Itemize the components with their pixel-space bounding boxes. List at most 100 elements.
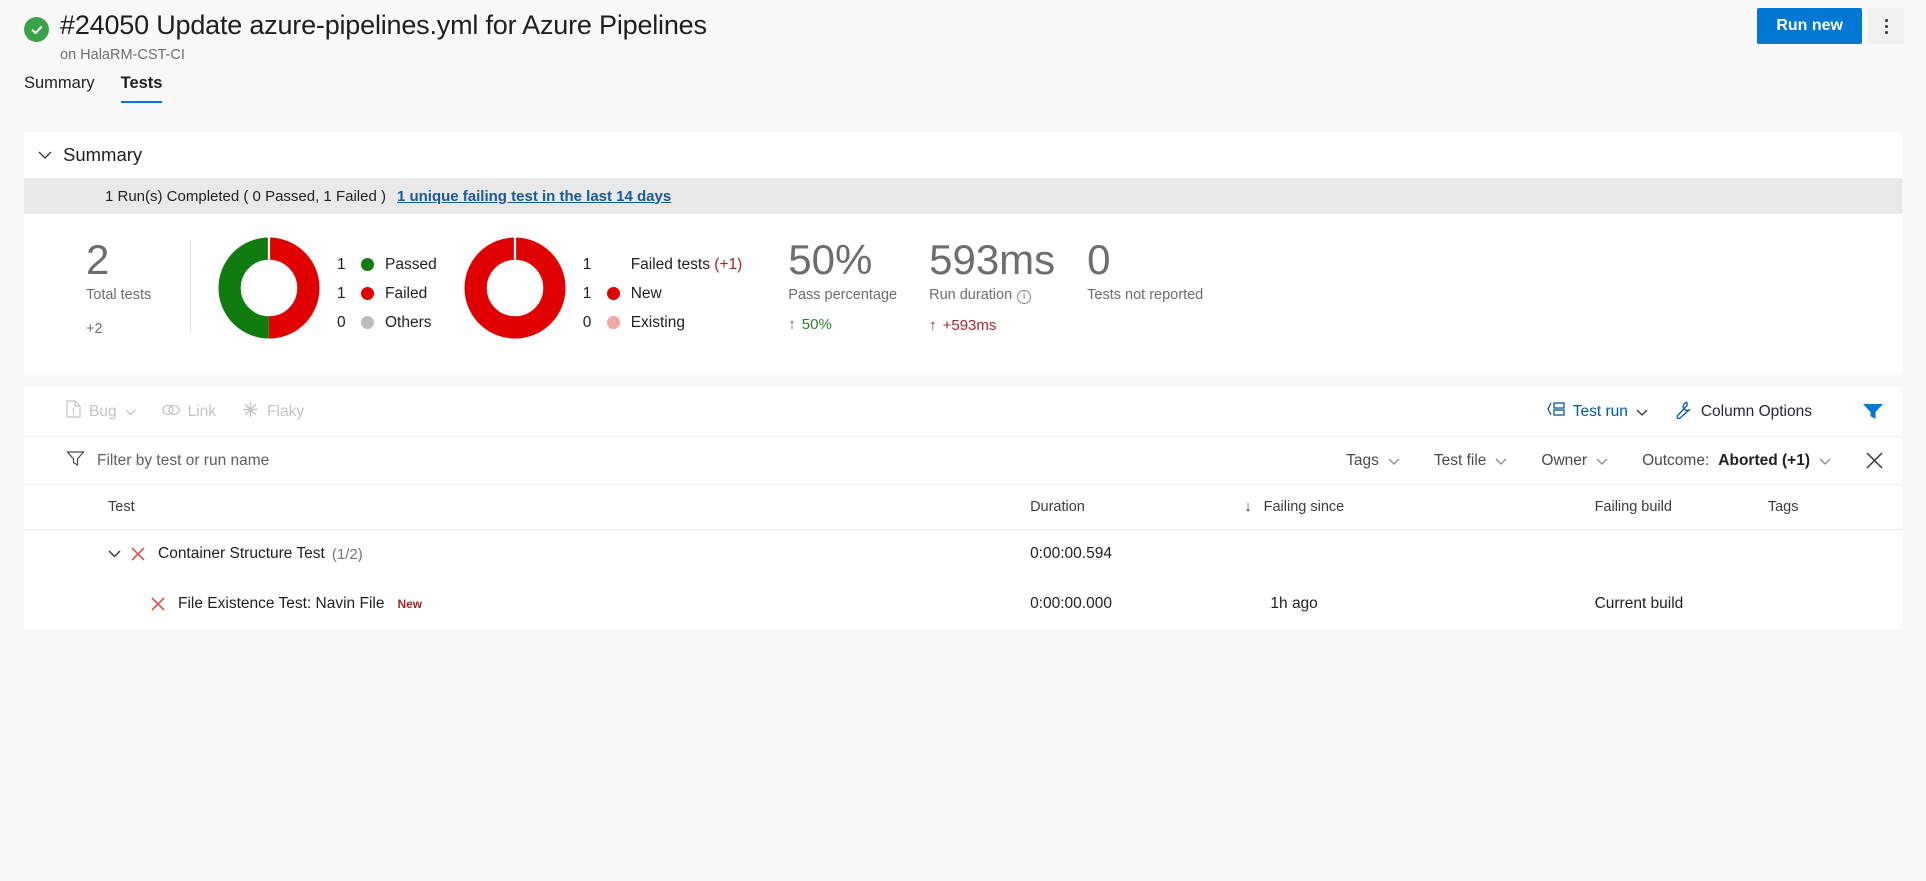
- info-icon[interactable]: i: [1017, 290, 1031, 304]
- filter-bar: Filter by test or run name Tags Test fil…: [24, 437, 1902, 485]
- link-button[interactable]: Link: [162, 403, 216, 421]
- test-name-cell[interactable]: Container Structure Test (1/2): [24, 529, 1030, 579]
- tab-tests[interactable]: Tests: [121, 72, 163, 103]
- column-header-failing-build[interactable]: Failing build: [1595, 485, 1768, 529]
- filter-dropdowns: Tags Test file Owner Outcome: Aborted (+…: [1312, 451, 1884, 470]
- failed-x-icon: [150, 596, 168, 612]
- summary-banner: 1 Run(s) Completed ( 0 Passed, 1 Failed …: [24, 178, 1902, 214]
- duration-cell: 0:00:00.000: [1030, 579, 1270, 629]
- existing-dot-icon: [607, 316, 620, 329]
- flaky-button[interactable]: Flaky: [242, 401, 304, 423]
- run-new-button[interactable]: Run new: [1757, 8, 1862, 44]
- failing-build-cell: [1595, 529, 1768, 579]
- chevron-down-icon: [125, 403, 136, 421]
- failing-build-cell: Current build: [1595, 579, 1768, 629]
- metric-pass-percentage: 50% Pass percentage ↑ 50%: [766, 236, 907, 333]
- legend-count: 0: [583, 314, 603, 332]
- column-header-tags[interactable]: Tags: [1768, 485, 1902, 529]
- test-run-label: Test run: [1573, 403, 1628, 421]
- new-dot-icon: [607, 287, 620, 300]
- search-input[interactable]: Filter by test or run name: [97, 452, 269, 470]
- total-tests-value: 2: [86, 236, 190, 284]
- summary-title: Summary: [63, 144, 142, 166]
- tab-summary[interactable]: Summary: [24, 72, 95, 103]
- test-results-page: #24050 Update azure-pipelines.yml for Az…: [0, 0, 1926, 881]
- failed-dot-icon: [361, 287, 374, 300]
- group-name: Container Structure Test: [158, 545, 325, 563]
- wrench-icon: [1674, 400, 1693, 424]
- column-header-test[interactable]: Test: [24, 485, 1030, 529]
- outcome-donut-chart: [191, 236, 337, 345]
- tags-cell: [1768, 529, 1902, 579]
- legend-label: Others: [385, 314, 432, 332]
- failing-since-cell: [1270, 529, 1594, 579]
- tests-not-reported-label: Tests not reported: [1087, 287, 1203, 303]
- tags-filter-label: Tags: [1346, 452, 1379, 470]
- chevron-down-icon: [1819, 452, 1831, 470]
- bug-button[interactable]: Bug: [66, 400, 136, 423]
- outcome-filter-dropdown[interactable]: Outcome: Aborted (+1): [1642, 452, 1831, 470]
- test-run-grouping-button[interactable]: Test run: [1546, 401, 1648, 422]
- chevron-down-icon: [1596, 452, 1608, 470]
- toolbar-right-group: Test run Column Options: [1546, 400, 1884, 424]
- filter-funnel-icon[interactable]: [1862, 402, 1884, 421]
- more-options-button[interactable]: [1868, 8, 1904, 44]
- legend-count: 1: [583, 285, 603, 303]
- table-row[interactable]: File Existence Test: Navin File New 0:00…: [24, 579, 1902, 629]
- legend-item: 1 Failed tests (+1): [583, 250, 743, 279]
- trend-value: 50%: [802, 316, 832, 333]
- legend-count: 0: [337, 314, 357, 332]
- chevron-down-icon: [1388, 452, 1400, 470]
- column-header-duration[interactable]: Duration: [1030, 485, 1270, 529]
- arrow-up-icon: ↑: [929, 317, 937, 334]
- legend-label: Passed: [385, 256, 437, 274]
- group-subcount: (1/2): [332, 546, 363, 563]
- summary-section-header[interactable]: Summary: [24, 132, 1902, 178]
- results-toolbar: Bug Link Flaky: [24, 387, 1902, 437]
- tags-cell: [1768, 579, 1902, 629]
- summary-card: Summary 1 Run(s) Completed ( 0 Passed, 1…: [24, 132, 1902, 375]
- owner-filter-label: Owner: [1541, 452, 1587, 470]
- legend-item: 0 Existing: [583, 308, 743, 337]
- column-header-failing-since[interactable]: ↓ Failing since: [1270, 485, 1594, 529]
- outcome-filter-label: Outcome:: [1642, 452, 1709, 470]
- chevron-down-icon[interactable]: [108, 550, 124, 558]
- total-tests-delta: +2: [86, 321, 190, 337]
- grouping-icon: [1546, 401, 1565, 422]
- failure-chart-group: 1 Failed tests (+1) 1 New 0 Existing: [437, 236, 743, 345]
- pass-percentage-trend: ↑ 50%: [788, 316, 897, 333]
- tests-not-reported-value: 0: [1087, 236, 1203, 284]
- link-label: Link: [188, 403, 216, 421]
- test-file-filter-label: Test file: [1434, 452, 1487, 470]
- unique-failing-test-link[interactable]: 1 unique failing test in the last 14 day…: [397, 188, 671, 205]
- failing-since-cell: 1h ago: [1270, 579, 1594, 629]
- filter-funnel-outline-icon: [66, 450, 85, 472]
- arrow-up-icon: ↑: [788, 316, 796, 333]
- legend-count: 1: [337, 285, 357, 303]
- failed-delta: (+1): [714, 256, 742, 273]
- run-duration-trend: ↑ +593ms: [929, 317, 1055, 334]
- owner-filter-dropdown[interactable]: Owner: [1541, 452, 1608, 470]
- column-options-button[interactable]: Column Options: [1674, 400, 1812, 424]
- dot: [1885, 25, 1888, 28]
- metrics-strip: 2 Total tests +2 1: [24, 214, 1902, 375]
- chevron-down-icon: [1636, 403, 1648, 421]
- tags-filter-dropdown[interactable]: Tags: [1346, 452, 1400, 470]
- results-card: Bug Link Flaky: [24, 387, 1902, 629]
- legend-label: New: [631, 285, 662, 303]
- header-actions: Run new: [1757, 8, 1904, 44]
- test-name-cell[interactable]: File Existence Test: Navin File New: [24, 579, 1030, 629]
- legend-label: Existing: [631, 314, 685, 332]
- toolbar-left-group: Bug Link Flaky: [66, 400, 304, 423]
- failing-since-label: Failing since: [1264, 499, 1345, 515]
- search-filter-group[interactable]: Filter by test or run name: [66, 450, 269, 472]
- failure-donut-chart: [437, 236, 583, 345]
- tab-bar: Summary Tests: [0, 72, 1926, 118]
- table-row[interactable]: Container Structure Test (1/2) 0:00:00.5…: [24, 529, 1902, 579]
- clear-filters-button[interactable]: [1865, 451, 1884, 470]
- test-file-filter-dropdown[interactable]: Test file: [1434, 452, 1508, 470]
- outcome-filter-value: Aborted (+1): [1718, 452, 1810, 470]
- metric-run-duration: 593ms Run durationi ↑ +593ms: [907, 236, 1065, 334]
- test-results-table: Test Duration ↓ Failing since Failing bu…: [24, 485, 1902, 629]
- column-options-label: Column Options: [1701, 403, 1812, 421]
